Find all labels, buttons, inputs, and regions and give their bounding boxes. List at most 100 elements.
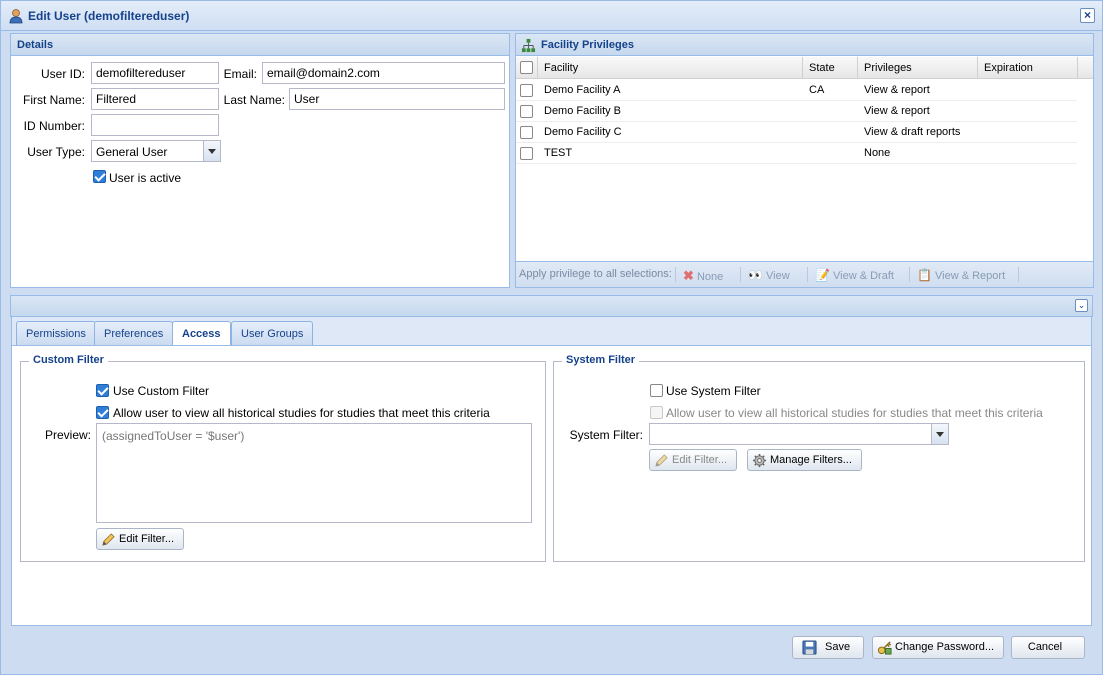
select-all-column[interactable] bbox=[516, 57, 538, 79]
manage-filters-button[interactable]: Manage Filters... bbox=[747, 449, 862, 471]
manage-filters-label: Manage Filters... bbox=[770, 454, 852, 466]
table-row[interactable]: Demo Facility B View & report bbox=[516, 101, 1077, 122]
collapse-icon[interactable]: ⌄ bbox=[1075, 299, 1088, 312]
chevron-down-icon[interactable] bbox=[931, 424, 948, 444]
user-icon bbox=[9, 9, 23, 24]
preview-label: Preview: bbox=[44, 428, 91, 442]
table-row[interactable]: TEST None bbox=[516, 143, 1077, 164]
email-field[interactable] bbox=[262, 62, 505, 84]
custom-historical-checkbox[interactable] bbox=[96, 406, 109, 419]
system-filter-select[interactable] bbox=[649, 423, 949, 445]
toolbar-separator bbox=[675, 267, 676, 282]
custom-historical-label: Allow user to view all historical studie… bbox=[113, 406, 490, 420]
details-header: Details bbox=[11, 34, 509, 56]
facility-grid-header: Facility State Privileges Expiration bbox=[516, 57, 1093, 79]
edit-system-filter-button[interactable]: Edit Filter... bbox=[649, 449, 737, 471]
user-active-label: User is active bbox=[109, 171, 182, 185]
user-id-input[interactable] bbox=[91, 62, 219, 84]
save-label: Save bbox=[825, 641, 851, 653]
pencil-icon bbox=[102, 533, 115, 546]
preview-textarea[interactable]: (assignedToUser = '$user') bbox=[96, 423, 532, 523]
use-custom-filter-checkbox[interactable] bbox=[96, 384, 109, 397]
row-checkbox[interactable] bbox=[520, 126, 533, 139]
save-button[interactable]: Save bbox=[792, 636, 864, 659]
facility-cell: Demo Facility A bbox=[544, 84, 621, 96]
id-number-label: ID Number: bbox=[23, 119, 85, 133]
draft-icon: 📝 bbox=[815, 268, 830, 282]
facility-header: Facility Privileges bbox=[516, 34, 1093, 56]
cancel-label: Cancel bbox=[1027, 641, 1063, 653]
toolbar-separator bbox=[1018, 267, 1019, 282]
column-state[interactable]: State bbox=[803, 57, 858, 79]
system-filter-fieldset: System Filter Use System Filter Allow us… bbox=[553, 354, 1085, 562]
access-tab-body: Custom Filter Use Custom Filter Allow us… bbox=[11, 345, 1092, 626]
x-icon: ✖ bbox=[683, 268, 694, 283]
apply-view-draft-button[interactable]: 📝 View & Draft bbox=[815, 268, 894, 282]
select-all-checkbox[interactable] bbox=[520, 61, 533, 74]
user-id-label: User ID: bbox=[40, 67, 85, 81]
details-title: Details bbox=[17, 39, 54, 51]
apply-view-draft-label: View & Draft bbox=[833, 270, 894, 282]
table-row[interactable]: Demo Facility A CA View & report bbox=[516, 80, 1077, 101]
apply-view-button[interactable]: 👀 View bbox=[748, 268, 790, 282]
apply-none-button[interactable]: ✖ None bbox=[683, 268, 723, 284]
privileges-cell: None bbox=[864, 147, 891, 159]
system-filter-legend: System Filter bbox=[562, 354, 640, 366]
custom-filter-legend: Custom Filter bbox=[29, 354, 108, 366]
pencil-icon bbox=[655, 454, 668, 467]
edit-custom-filter-label: Edit Filter... bbox=[119, 533, 175, 545]
user-active-checkbox[interactable] bbox=[93, 170, 106, 183]
system-historical-checkbox[interactable] bbox=[650, 406, 663, 419]
hierarchy-icon bbox=[521, 38, 536, 53]
edit-custom-filter-button[interactable]: Edit Filter... bbox=[96, 528, 184, 550]
column-expiration[interactable]: Expiration bbox=[978, 57, 1078, 79]
toolbar-separator bbox=[909, 267, 910, 282]
toolbar-separator bbox=[807, 267, 808, 282]
chevron-down-icon[interactable] bbox=[203, 141, 220, 161]
change-password-button[interactable]: Change Password... bbox=[872, 636, 1004, 659]
tab-preferences[interactable]: Preferences bbox=[94, 321, 174, 345]
use-system-filter-label: Use System Filter bbox=[666, 384, 761, 398]
email-label: Email: bbox=[223, 67, 257, 81]
close-icon[interactable]: × bbox=[1080, 8, 1095, 23]
window-title-bar[interactable]: Edit User (demofiltereduser) × bbox=[1, 1, 1102, 31]
custom-filter-fieldset: Custom Filter Use Custom Filter Allow us… bbox=[20, 354, 546, 562]
first-name-label: First Name: bbox=[22, 93, 85, 107]
apply-view-report-button[interactable]: 📋 View & Report bbox=[917, 268, 1005, 282]
tab-user-groups[interactable]: User Groups bbox=[231, 321, 314, 345]
details-panel: Details User ID: Email: First Name: Last… bbox=[10, 33, 510, 288]
use-custom-filter-label: Use Custom Filter bbox=[113, 384, 210, 398]
user-type-label: User Type: bbox=[27, 145, 85, 159]
key-icon bbox=[877, 641, 892, 655]
column-facility[interactable]: Facility bbox=[538, 57, 803, 79]
row-checkbox[interactable] bbox=[520, 105, 533, 118]
last-name-label: Last Name: bbox=[223, 93, 285, 107]
change-password-label: Change Password... bbox=[895, 641, 995, 653]
state-cell: CA bbox=[809, 84, 825, 96]
apply-none-label: None bbox=[696, 271, 724, 283]
tab-strip: Permissions Preferences Access User Grou… bbox=[11, 317, 1092, 346]
id-number-input[interactable] bbox=[91, 114, 219, 136]
facility-panel: Facility Privileges Facility State Privi… bbox=[515, 33, 1094, 288]
dialog-footer: Save Change Password... Cancel bbox=[1, 629, 1102, 674]
view-icon: 👀 bbox=[748, 268, 763, 282]
user-type-value: General User bbox=[96, 145, 168, 159]
window-title: Edit User (demofiltereduser) bbox=[28, 9, 190, 23]
cancel-button[interactable]: Cancel bbox=[1011, 636, 1085, 659]
floppy-disk-icon bbox=[802, 640, 817, 655]
row-checkbox[interactable] bbox=[520, 84, 533, 97]
row-checkbox[interactable] bbox=[520, 147, 533, 160]
tab-permissions[interactable]: Permissions bbox=[16, 321, 96, 345]
user-type-select[interactable]: General User bbox=[91, 140, 221, 162]
collapse-bar: ⌄ bbox=[10, 295, 1093, 317]
last-name-input[interactable] bbox=[289, 88, 505, 110]
first-name-input[interactable] bbox=[91, 88, 219, 110]
edit-user-window: Edit User (demofiltereduser) × Details U… bbox=[0, 0, 1103, 675]
facility-cell: Demo Facility C bbox=[544, 126, 622, 138]
table-row[interactable]: Demo Facility C View & draft reports bbox=[516, 122, 1077, 143]
column-privileges[interactable]: Privileges bbox=[858, 57, 978, 79]
facility-title: Facility Privileges bbox=[541, 39, 634, 51]
use-system-filter-checkbox[interactable] bbox=[650, 384, 663, 397]
tab-access[interactable]: Access bbox=[172, 321, 231, 346]
toolbar-separator bbox=[740, 267, 741, 282]
